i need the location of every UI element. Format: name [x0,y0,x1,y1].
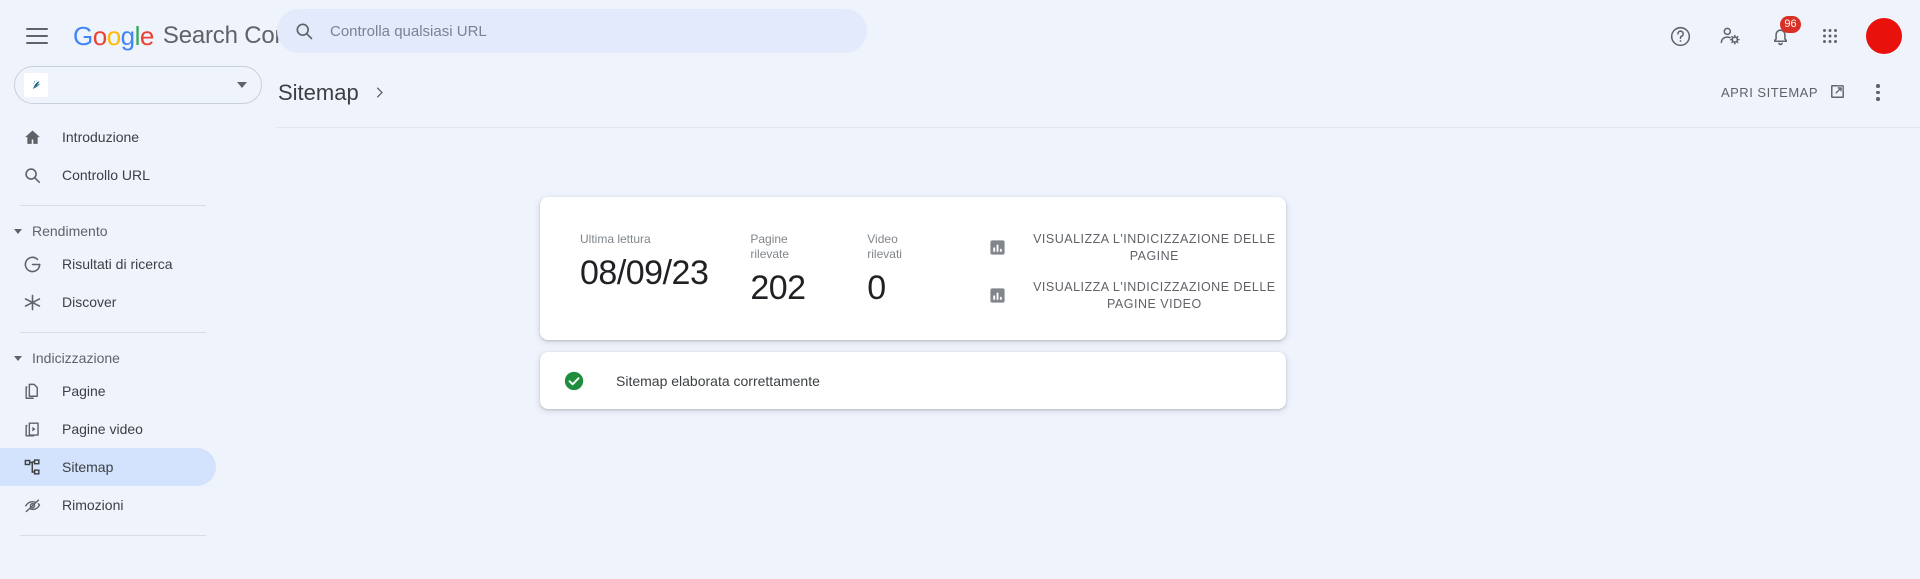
action-label: VISUALIZZA L'INDICIZZAZIONE DELLE PAGINE… [1033,279,1276,311]
stat-label: Pagine rilevate [750,231,790,261]
help-circle-icon[interactable] [1658,14,1702,58]
sitemap-tree-icon [20,455,44,479]
view-video-page-indexing-button[interactable]: VISUALIZZA L'INDICIZZAZIONE DELLE PAGINE… [989,279,1286,313]
bar-chart-icon [989,287,1007,305]
sidebar-divider [20,205,206,206]
sidebar-item-discover[interactable]: Discover [0,283,216,321]
eye-off-icon [20,493,44,517]
sidebar-item-pagine-video[interactable]: Pagine video [0,410,216,448]
sidebar-item-label: Pagine video [62,421,143,437]
action-label: VISUALIZZA L'INDICIZZAZIONE DELLE PAGINE [1033,231,1276,263]
page-header: Sitemap APRI SITEMAP [276,58,1920,128]
page-header-actions: APRI SITEMAP [1713,73,1898,113]
sidebar-item-introduzione[interactable]: Introduzione [0,118,216,156]
stat-videos-discovered: Video rilevati 0 [867,232,926,310]
sidebar-group-label: Rendimento [32,223,108,239]
stat-value: 0 [867,268,886,307]
sidebar-item-rimozioni[interactable]: Rimozioni [0,486,216,524]
sidebar-nav: Introduzione Controllo URL Rendimento Ri… [0,118,276,536]
sitemap-summary-card: Ultima lettura 08/09/23 Pagine rilevate … [540,197,1286,340]
sidebar-item-sitemap[interactable]: Sitemap [0,448,216,486]
sidebar-item-label: Sitemap [62,459,114,475]
stat-label: Video rilevati [867,231,902,261]
sidebar-item-label: Risultati di ricerca [62,256,173,272]
notification-badge: 96 [1780,16,1801,33]
view-page-indexing-button[interactable]: VISUALIZZA L'INDICIZZAZIONE DELLE PAGINE [989,231,1286,265]
sidebar: Introduzione Controllo URL Rendimento Ri… [0,58,276,579]
stat-label: Ultima lettura [580,231,651,246]
sidebar-item-pagine[interactable]: Pagine [0,372,216,410]
video-page-icon [20,417,44,441]
sidebar-item-risultati-di-ricerca[interactable]: Risultati di ricerca [0,245,216,283]
discover-asterisk-icon [20,290,44,314]
main-content: Sitemap APRI SITEMAP Ultima lettura 08/0… [276,58,1920,579]
person-gear-icon[interactable] [1708,14,1752,58]
stat-value: 202 [750,268,806,307]
triangle-down-icon [14,228,22,234]
sidebar-group-label: Indicizzazione [32,350,120,366]
page-title[interactable]: Sitemap [278,80,359,106]
external-link-icon [1829,83,1846,103]
sidebar-group-indicizzazione[interactable]: Indicizzazione [0,344,276,372]
open-sitemap-label: APRI SITEMAP [1720,85,1818,100]
apps-grid-icon[interactable] [1808,14,1852,58]
search-input[interactable] [330,22,830,40]
search-icon [294,21,314,41]
pages-copy-icon [20,379,44,403]
sidebar-item-label: Discover [62,294,117,310]
sidebar-item-label: Controllo URL [62,167,150,183]
check-circle-icon [563,370,585,392]
chevron-right-icon [372,85,387,100]
breadcrumb: Sitemap [278,80,399,106]
sitemap-status-card: Sitemap elaborata correttamente [540,352,1286,409]
sidebar-divider [20,332,206,333]
sidebar-item-label: Rimozioni [62,497,124,513]
stat-pages-discovered: Pagine rilevate 202 [750,232,819,310]
sidebar-item-controllo-url[interactable]: Controllo URL [0,156,216,194]
card-action-links: VISUALIZZA L'INDICIZZAZIONE DELLE PAGINE… [989,225,1286,313]
site-favicon [24,73,48,97]
sidebar-divider [20,535,206,536]
search-bar[interactable] [277,9,867,53]
bar-chart-icon [989,239,1007,257]
avatar[interactable] [1866,18,1902,54]
stat-value: 08/09/23 [580,253,709,292]
status-message: Sitemap elaborata correttamente [616,372,820,389]
open-sitemap-button[interactable]: APRI SITEMAP [1713,75,1854,111]
search-icon [20,163,44,187]
google-logo: Google [73,20,154,51]
hamburger-menu-icon[interactable] [13,12,61,60]
sidebar-group-rendimento[interactable]: Rendimento [0,217,276,245]
home-icon [20,125,44,149]
sidebar-item-label: Pagine [62,383,106,399]
sitemap-stats: Ultima lettura 08/09/23 Pagine rilevate … [540,228,927,310]
property-selector[interactable] [14,66,262,104]
google-g-icon [20,252,44,276]
bell-icon[interactable]: 96 [1758,14,1802,58]
stat-last-read: Ultima lettura 08/09/23 [580,231,709,295]
sidebar-item-label: Introduzione [62,129,140,145]
chevron-down-icon [237,82,247,88]
triangle-down-icon [14,355,22,361]
more-vertical-icon[interactable] [1858,73,1898,113]
